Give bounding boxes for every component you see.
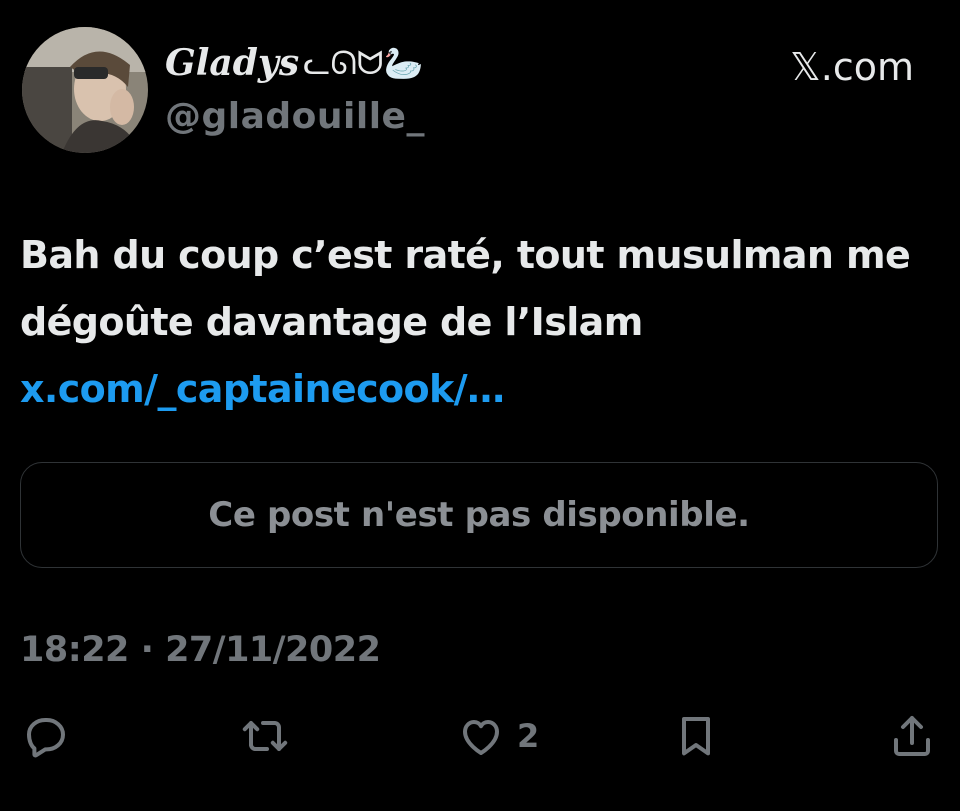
name-decoration: ᓚᘏᗢ🦢 [303, 43, 424, 82]
bookmark-icon [682, 717, 710, 756]
post-timestamp[interactable]: 18:22 · 27/11/2022 [20, 630, 381, 670]
heart-icon [463, 720, 499, 755]
quoted-post-card[interactable]: Ce post n'est pas disponible. [20, 462, 938, 568]
like-button[interactable]: 2 [455, 712, 539, 760]
share-icon [894, 716, 930, 756]
reply-button[interactable] [22, 712, 70, 760]
site-label: 𝕏.com [790, 45, 914, 89]
like-count: 2 [517, 717, 540, 755]
quoted-post-unavailable-text: Ce post n'est pas disponible. [208, 495, 750, 535]
author-name-text: Gladys [165, 42, 300, 84]
bookmark-button[interactable] [672, 712, 720, 760]
share-button[interactable] [888, 712, 936, 760]
avatar[interactable] [22, 27, 148, 153]
post-body: Bah du coup c’est raté, tout musulman me… [20, 233, 911, 344]
repost-button[interactable] [240, 712, 290, 760]
avatar-image [22, 27, 148, 153]
post-link[interactable]: x.com/_captainecook/… [20, 367, 505, 411]
author-display-name[interactable]: Gladys ᓚᘏᗢ🦢 [165, 42, 423, 84]
reply-icon [27, 718, 65, 758]
post-text: Bah du coup c’est raté, tout musulman me… [20, 222, 945, 423]
repost-icon [242, 721, 288, 751]
author-handle[interactable]: @gladouille_ [165, 96, 425, 137]
